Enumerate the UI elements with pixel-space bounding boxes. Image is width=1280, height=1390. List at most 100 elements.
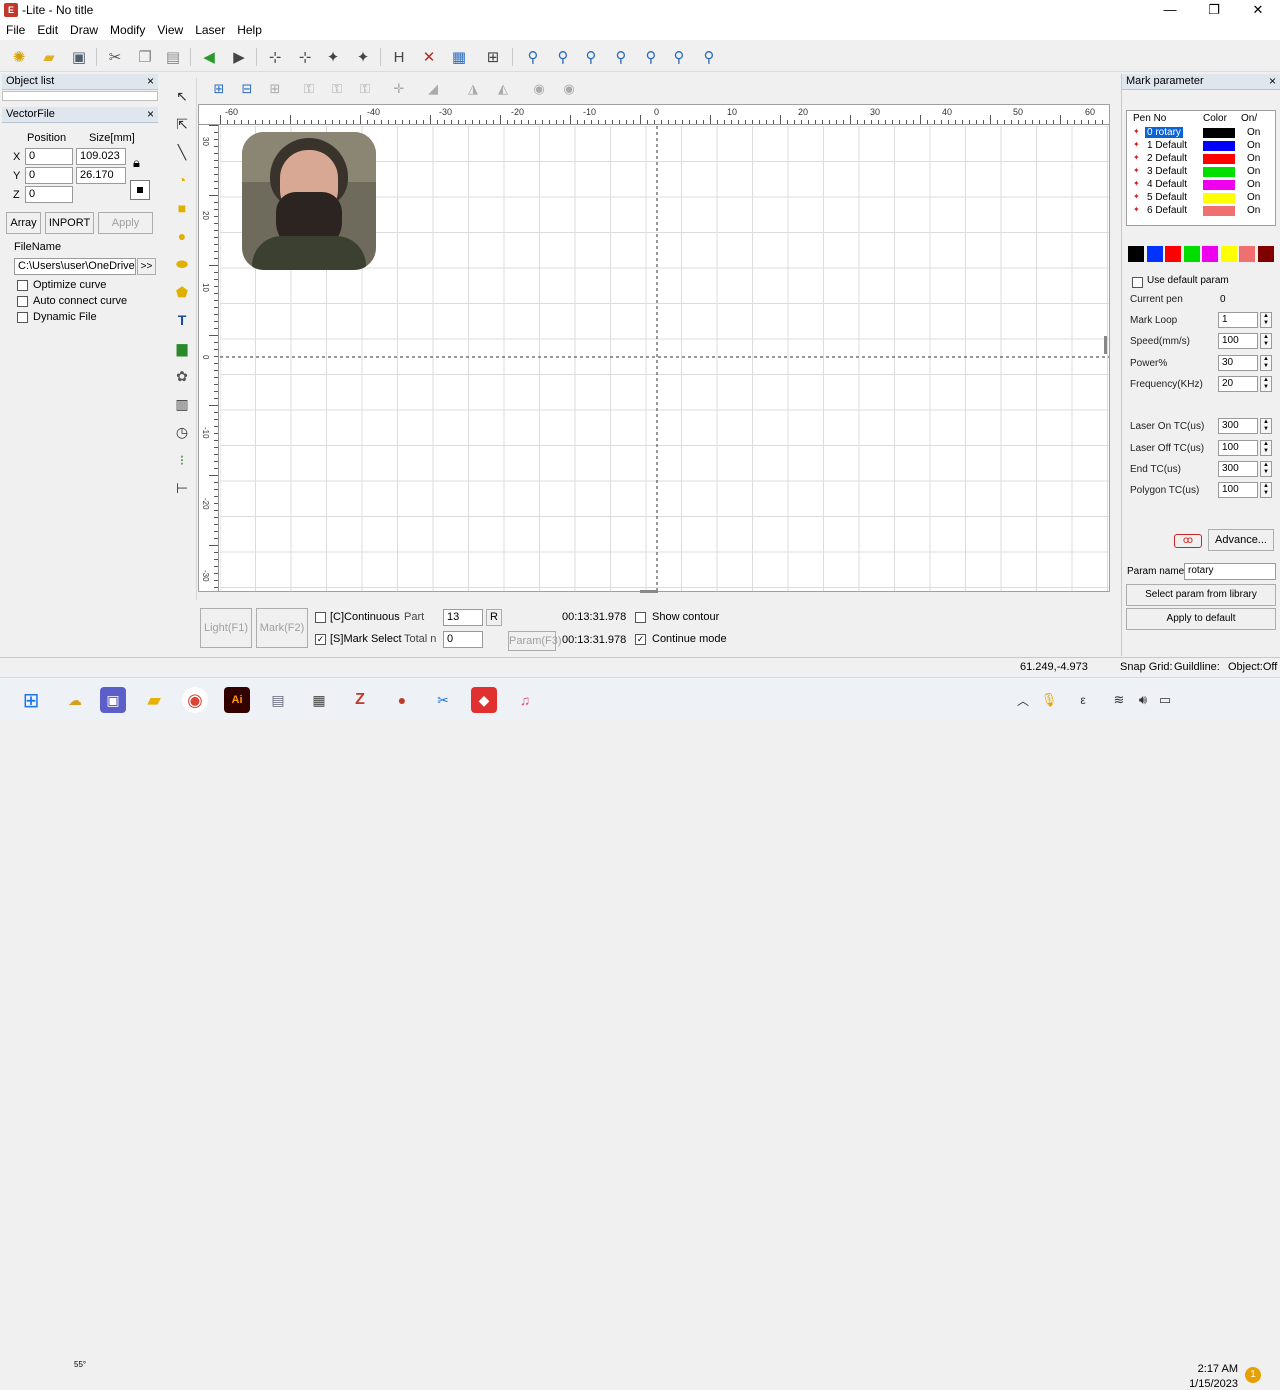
recording-app-icon[interactable]: ● <box>389 687 415 713</box>
notification-badge[interactable]: 1 <box>1245 1367 1261 1383</box>
total-input[interactable]: 0 <box>443 631 483 648</box>
center-icon[interactable]: ✛ <box>388 78 410 100</box>
open-folder-icon[interactable]: ▰ <box>38 46 60 68</box>
menu-file[interactable]: File <box>0 20 31 37</box>
z-position-input[interactable]: 0 <box>25 186 73 203</box>
auto-connect-checkbox[interactable] <box>17 296 28 307</box>
tools-icon[interactable]: ✕ <box>418 46 440 68</box>
power-spinner[interactable]: ▲ ▼ <box>1260 355 1272 371</box>
pen-color-swatch[interactable] <box>1203 141 1235 151</box>
combine-icon[interactable]: ⊞ <box>264 78 286 100</box>
select-arrow-icon[interactable]: ↖ <box>172 86 192 106</box>
clock-date[interactable]: 1/15/2023 <box>1183 1378 1238 1390</box>
x-position-input[interactable]: 0 <box>25 148 73 165</box>
reset-part-button[interactable]: R <box>486 609 502 626</box>
photos-icon[interactable]: ▤ <box>265 687 291 713</box>
browse-button[interactable]: >> <box>137 258 156 275</box>
node-delete-icon[interactable]: ✦ <box>352 46 374 68</box>
input-language-icon[interactable]: ε <box>1070 687 1096 713</box>
speed-spinner[interactable]: ▲ ▼ <box>1260 333 1272 349</box>
mark-loop-input[interactable]: 1 <box>1218 312 1258 328</box>
close-button[interactable]: ✕ <box>1236 0 1280 20</box>
hide-icon[interactable]: ◉ <box>558 78 580 100</box>
laser-off-input[interactable]: 100 <box>1218 440 1258 456</box>
snipping-tool-icon[interactable]: ✂ <box>430 687 456 713</box>
mark-select-checkbox[interactable]: ✓ <box>315 634 326 645</box>
cut-icon[interactable]: ✂ <box>104 46 126 68</box>
line-icon[interactable]: ╲ <box>172 142 192 162</box>
param-button[interactable]: Param(F3) <box>508 631 562 651</box>
node-arrow-icon[interactable]: ⇱ <box>172 114 192 134</box>
pen-on-toggle[interactable]: On <box>1247 192 1260 203</box>
palette-color-swatch[interactable] <box>1128 246 1144 262</box>
vector-file-icon[interactable]: ✿ <box>172 366 192 386</box>
weather-icon[interactable]: ☁ <box>60 687 90 713</box>
object-list-close-icon[interactable]: × <box>147 74 154 88</box>
minimize-button[interactable]: — <box>1148 0 1192 20</box>
lock-icon[interactable]: ⚿ <box>298 78 320 100</box>
palette-color-swatch[interactable] <box>1220 246 1237 262</box>
maximize-button[interactable]: ❐ <box>1192 0 1236 20</box>
pen-color-swatch[interactable] <box>1203 193 1235 203</box>
light-button[interactable]: Light(F1) <box>200 608 252 648</box>
continuous-checkbox[interactable] <box>315 612 326 623</box>
ezcad-taskbar-icon[interactable]: Z <box>347 687 373 713</box>
zoom-in-icon[interactable]: ⚲ <box>552 46 574 68</box>
mirror-horizontal-icon[interactable]: ◮ <box>462 78 484 100</box>
show-icon[interactable]: ◉ <box>528 78 550 100</box>
pen-row[interactable]: ✦ 1 Default On <box>1133 140 1274 153</box>
node-select-icon[interactable]: ⊹ <box>294 46 316 68</box>
menu-edit[interactable]: Edit <box>31 20 64 37</box>
redo-icon[interactable]: ▶ <box>228 46 250 68</box>
battery-icon[interactable]: ▭ <box>1152 687 1178 713</box>
illustrator-icon[interactable]: Ai <box>224 687 250 713</box>
pen-color-swatch[interactable] <box>1203 180 1235 190</box>
mark-loop-spinner[interactable]: ▲ ▼ <box>1260 312 1272 328</box>
save-icon[interactable]: ▣ <box>68 46 90 68</box>
end-tc-input[interactable]: 300 <box>1218 461 1258 477</box>
canvas-horizontal-scroll[interactable] <box>640 590 658 593</box>
speed-input[interactable]: 100 <box>1218 333 1258 349</box>
pen-on-toggle[interactable]: On <box>1247 179 1260 190</box>
zoom-window-icon[interactable]: ⚲ <box>640 46 662 68</box>
part-input[interactable]: 13 <box>443 609 483 626</box>
object-snap-status[interactable]: Object:Off <box>1228 661 1280 673</box>
clock-time[interactable]: 2:17 AM <box>1188 1363 1238 1375</box>
pen-row[interactable]: ✦ 4 Default On <box>1133 179 1274 192</box>
select-param-library-button[interactable]: Select param from library <box>1126 584 1276 606</box>
apply-to-default-button[interactable]: Apply to default <box>1126 608 1276 630</box>
ungroup-icon[interactable]: ⊟ <box>236 78 258 100</box>
text-icon[interactable]: T <box>172 310 192 330</box>
copy-icon[interactable]: ❐ <box>134 46 156 68</box>
mirror-vertical-icon[interactable]: ◭ <box>492 78 514 100</box>
curve-icon[interactable]: ◔ <box>172 170 192 190</box>
mark-button[interactable]: Mark(F2) <box>256 608 308 648</box>
circle-icon[interactable]: ● <box>172 226 192 246</box>
palette-color-swatch[interactable] <box>1239 246 1255 262</box>
array-button[interactable]: Array <box>6 212 41 234</box>
show-contour-checkbox[interactable] <box>635 612 646 623</box>
pen-color-swatch[interactable] <box>1203 206 1235 216</box>
lock-ratio-icon[interactable]: 🔒︎ <box>133 155 147 171</box>
undo-icon[interactable]: ◀ <box>198 46 220 68</box>
menu-view[interactable]: View <box>151 20 189 37</box>
align-icon[interactable]: ⊞ <box>482 46 504 68</box>
mark-parameter-close-icon[interactable]: × <box>1269 74 1276 88</box>
pen-on-toggle[interactable]: On <box>1247 153 1260 164</box>
io-signal-icon[interactable]: ⁝ <box>172 450 192 470</box>
vectorfile-close-icon[interactable]: × <box>147 107 154 121</box>
calculator-icon[interactable]: ▦ <box>448 46 470 68</box>
menu-draw[interactable]: Draw <box>64 20 104 37</box>
width-input[interactable]: 109.023 <box>76 148 126 165</box>
guideline-status[interactable]: Guildline: <box>1174 661 1226 673</box>
pen-row[interactable]: ✦ 5 Default On <box>1133 192 1274 205</box>
file-explorer-icon[interactable]: ▰ <box>141 687 167 713</box>
continue-mode-checkbox[interactable]: ✓ <box>635 634 646 645</box>
palette-color-swatch[interactable] <box>1165 246 1181 262</box>
y-position-input[interactable]: 0 <box>25 167 73 184</box>
chrome-icon[interactable]: ◉ <box>182 687 208 713</box>
paste-icon[interactable]: ▤ <box>162 46 184 68</box>
pen-list[interactable]: Pen No Color On/ ✦ 0 rotary On ✦ 1 Default On… <box>1126 110 1276 226</box>
anydesk-icon[interactable]: ◆ <box>471 687 497 713</box>
menu-help[interactable]: Help <box>231 20 268 37</box>
